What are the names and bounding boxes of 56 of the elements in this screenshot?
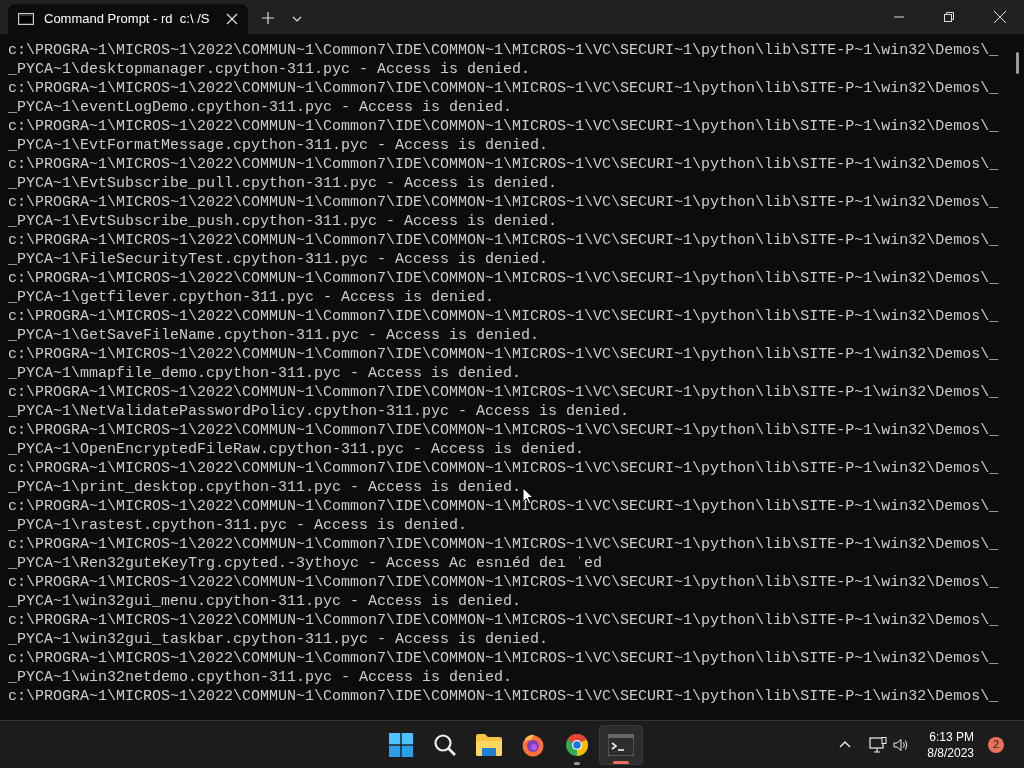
terminal-line: _PYCA~1\win32gui_menu.cpython-311.pyc - Access is denied. — [8, 592, 522, 611]
terminal-line: c:\PROGRA~1\MICROS~1\2022\COMMUN~1\Common7\IDE\COMMON~1\MICROS~1\VC\SECURI~1\python\lib\SITE-P~1\win32\Demos\_ — [8, 41, 999, 60]
terminal-line: c:\PROGRA~1\MICROS~1\2022\COMMUN~1\Common7\IDE\COMMON~1\MICROS~1\VC\SECURI~1\python\lib\SITE-P~1\win32\Demos\_ — [8, 611, 999, 630]
terminal-line: c:\PROGRA~1\MICROS~1\2022\COMMUN~1\Common7\IDE\COMMON~1\MICROS~1\VC\SECURI~1\python\lib\SITE-P~1\win32\Demos\_ — [8, 459, 999, 478]
terminal-line: _PYCA~1\EvtSubscribe_push.cpython-311.pyc - Access is denied. — [8, 212, 558, 231]
terminal-line: _PYCA~1\Ren32guteKeyTrg.cpyted.-3ythoyc - Access Ac esnıéd deı ˈed — [8, 554, 603, 573]
terminal-line: _PYCA~1\FileSecurityTest.cpython-311.pyc - Access is denied. — [8, 250, 549, 269]
terminal-line: c:\PROGRA~1\MICROS~1\2022\COMMUN~1\Common7\IDE\COMMON~1\MICROS~1\VC\SECURI~1\python\lib\SITE-P~1\win32\Demos\_ — [8, 345, 999, 364]
terminal-line: _PYCA~1\getfilever.cpython-311.pyc - Access is denied. — [8, 288, 495, 307]
chevron-up-icon[interactable] — [839, 741, 852, 748]
terminal-line: c:\PROGRA~1\MICROS~1\2022\COMMUN~1\Common7\IDE\COMMON~1\MICROS~1\VC\SECURI~1\python\lib\SITE-P~1\win32\Demos\_ — [8, 79, 999, 98]
network-icon[interactable] — [869, 736, 888, 753]
terminal-line: _PYCA~1\EvtFormatMessage.cpython-311.pyc - Access is denied. — [8, 136, 549, 155]
new-tab-icon[interactable] — [262, 12, 274, 24]
terminal-line: _PYCA~1\GetSaveFileName.cpython-311.pyc - Access is denied. — [8, 326, 540, 345]
terminal-line: c:\PROGRA~1\MICROS~1\2022\COMMUN~1\Common7\IDE\COMMON~1\MICROS~1\VC\SECURI~1\python\lib\SITE-P~1\win32\Demos\_ — [8, 535, 999, 554]
folder-icon — [476, 733, 502, 756]
terminal-line: c:\PROGRA~1\MICROS~1\2022\COMMUN~1\Common7\IDE\COMMON~1\MICROS~1\VC\SECURI~1\python\lib\SITE-P~1\win32\Demos\_ — [8, 383, 999, 402]
close-icon[interactable] — [226, 13, 238, 25]
terminal-line: c:\PROGRA~1\MICROS~1\2022\COMMUN~1\Common7\IDE\COMMON~1\MICROS~1\VC\SECURI~1\python\lib\SITE-P~1\win32\Demos\_ — [8, 649, 999, 668]
terminal-line: _PYCA~1\print_desktop.cpython-311.pyc - Access is denied. — [8, 478, 522, 497]
chevron-down-icon[interactable] — [292, 16, 302, 22]
terminal-line: _PYCA~1\win32netdemo.cpython-311.pyc - Access is denied. — [8, 668, 513, 687]
terminal-line: _PYCA~1\desktopmanager.cpython-311.pyc - Access is denied. — [8, 60, 531, 79]
terminal-line: _PYCA~1\mmapfile_demo.cpython-311.pyc - Access is denied. — [8, 364, 522, 383]
terminal-line: c:\PROGRA~1\MICROS~1\2022\COMMUN~1\Common7\IDE\COMMON~1\MICROS~1\VC\SECURI~1\python\lib\SITE-P~1\win32\Demos\_ — [8, 155, 999, 174]
terminal-line: _PYCA~1\rastest.cpython-311.pyc - Access is denied. — [8, 516, 468, 535]
volume-icon[interactable] — [893, 737, 910, 752]
terminal-line: c:\PROGRA~1\MICROS~1\2022\COMMUN~1\Common7\IDE\COMMON~1\MICROS~1\VC\SECURI~1\python\lib\SITE-P~1\win32\Demos\_ — [8, 421, 999, 440]
terminal-line: _PYCA~1\EvtSubscribe_pull.cpython-311.pyc - Access is denied. — [8, 174, 558, 193]
terminal-line: c:\PROGRA~1\MICROS~1\2022\COMMUN~1\Common7\IDE\COMMON~1\MICROS~1\VC\SECURI~1\python\lib\SITE-P~1\win32\Demos\_ — [8, 269, 999, 288]
terminal-line: _PYCA~1\OpenEncryptedFileRaw.cpython-311.pyc - Access is denied. — [8, 440, 585, 459]
clock-time[interactable]: 6:13 PM — [929, 728, 974, 745]
notification-badge[interactable]: 2 — [988, 736, 1004, 753]
clock-date[interactable]: 8/8/2023 — [927, 744, 974, 761]
terminal-line: c:\PROGRA~1\MICROS~1\2022\COMMUN~1\Common7\IDE\COMMON~1\MICROS~1\VC\SECURI~1\python\lib\SITE-P~1\win32\Demos\_ — [8, 573, 999, 592]
terminal-icon — [608, 733, 634, 756]
terminal-line: _PYCA~1\win32gui_taskbar.cpython-311.pyc - Access is denied. — [8, 630, 549, 649]
tab-title: Command Prompt - rd c:\ /S — [44, 10, 210, 29]
scrollbar-thumb[interactable] — [1016, 52, 1019, 74]
windows-logo-icon — [389, 732, 413, 757]
terminal-line: c:\PROGRA~1\MICROS~1\2022\COMMUN~1\Common7\IDE\COMMON~1\MICROS~1\VC\SECURI~1\python\lib\SITE-P~1\win32\Demos\_ — [8, 307, 999, 326]
close-icon[interactable] — [994, 11, 1006, 23]
terminal-line: c:\PROGRA~1\MICROS~1\2022\COMMUN~1\Common7\IDE\COMMON~1\MICROS~1\VC\SECURI~1\python\lib\SITE-P~1\win32\Demos\_ — [8, 231, 999, 250]
terminal-line: _PYCA~1\NetValidatePasswordPolicy.cpython-311.pyc - Access is denied. — [8, 402, 630, 421]
terminal-line: _PYCA~1\eventLogDemo.cpython-311.pyc - Access is denied. — [8, 98, 513, 117]
terminal-line: c:\PROGRA~1\MICROS~1\2022\COMMUN~1\Common7\IDE\COMMON~1\MICROS~1\VC\SECURI~1\python\lib\SITE-P~1\win32\Demos\_ — [8, 117, 999, 136]
terminal-line: c:\PROGRA~1\MICROS~1\2022\COMMUN~1\Common7\IDE\COMMON~1\MICROS~1\VC\SECURI~1\python\lib\SITE-P~1\win32\Demos\_ — [8, 687, 999, 706]
terminal-line: c:\PROGRA~1\MICROS~1\2022\COMMUN~1\Common7\IDE\COMMON~1\MICROS~1\VC\SECURI~1\python\lib\SITE-P~1\win32\Demos\_ — [8, 497, 999, 516]
chrome-icon — [565, 732, 589, 757]
command-prompt-icon — [18, 13, 34, 25]
search-icon — [433, 732, 457, 757]
terminal-tab[interactable]: Command Prompt - rd c:\ /S — [8, 4, 248, 34]
terminal-line: c:\PROGRA~1\MICROS~1\2022\COMMUN~1\Common7\IDE\COMMON~1\MICROS~1\VC\SECURI~1\python\lib\SITE-P~1\win32\Demos\_ — [8, 193, 999, 212]
taskbar-button[interactable] — [599, 724, 643, 765]
restore-icon[interactable] — [944, 12, 954, 22]
